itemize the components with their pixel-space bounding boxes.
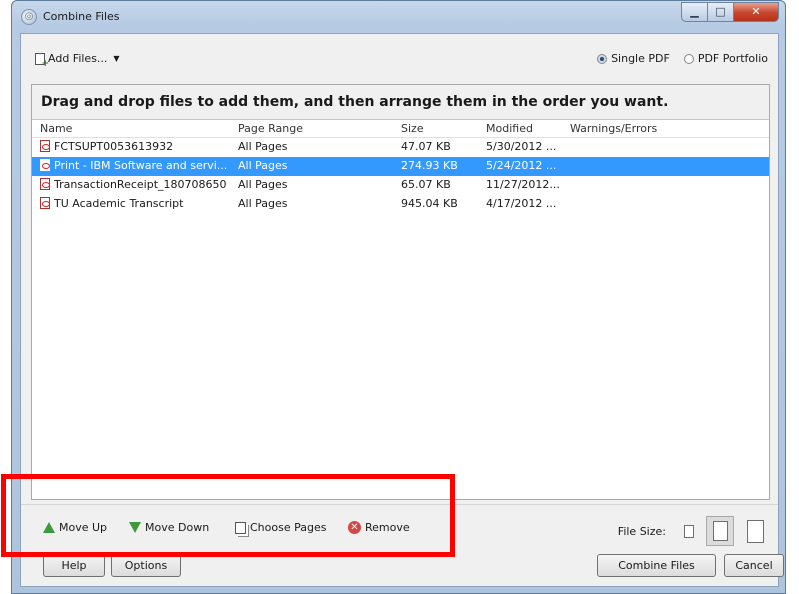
file-rows: FCTSUPT0053613932 All Pages 47.07 KB 5/3… xyxy=(32,138,769,214)
remove-icon: ✕ xyxy=(348,521,361,534)
pages-icon xyxy=(235,521,246,534)
file-page-range[interactable]: All Pages xyxy=(238,159,288,172)
file-size: 945.04 KB xyxy=(401,197,458,210)
chevron-down-icon: ▼ xyxy=(113,54,120,63)
file-size: 65.07 KB xyxy=(401,178,451,191)
close-button[interactable]: ✕ xyxy=(734,2,779,22)
file-modified: 5/24/2012 ... xyxy=(486,159,557,172)
large-document-icon xyxy=(746,519,764,543)
table-row[interactable]: Print - IBM Software and servi... All Pa… xyxy=(32,157,769,176)
medium-document-icon xyxy=(712,521,728,541)
output-mode-radio-group: Single PDF PDF Portfolio xyxy=(597,52,768,65)
radio-pdf-portfolio[interactable]: PDF Portfolio xyxy=(683,52,768,65)
actions-bar: Move Up Move Down Choose Pages ✕ Remove … xyxy=(21,504,778,548)
column-header-size[interactable]: Size xyxy=(401,122,424,135)
caption-buttons: ▁ □ ✕ xyxy=(681,2,779,22)
column-header-modified[interactable]: Modified xyxy=(486,122,533,135)
pdf-file-icon xyxy=(40,178,50,190)
file-size-large-button[interactable] xyxy=(742,516,768,546)
maximize-button[interactable]: □ xyxy=(708,2,734,22)
instruction-text: Drag and drop files to add them, and the… xyxy=(32,85,769,120)
file-size: 274.93 KB xyxy=(401,159,458,172)
move-down-button[interactable]: Move Down xyxy=(129,521,209,534)
small-document-icon xyxy=(684,524,694,538)
file-modified: 11/27/2012... xyxy=(486,178,560,191)
choose-pages-button[interactable]: Choose Pages xyxy=(235,521,326,534)
radio-pdf-portfolio-label: PDF Portfolio xyxy=(697,52,768,65)
minimize-button[interactable]: ▁ xyxy=(681,2,708,22)
pdf-file-icon xyxy=(40,159,50,171)
radio-checked-icon xyxy=(597,53,608,64)
file-page-range[interactable]: All Pages xyxy=(238,197,288,210)
add-files-dropdown[interactable]: Add Files... ▼ xyxy=(35,52,120,69)
add-file-icon xyxy=(35,52,49,69)
file-size-small-button[interactable] xyxy=(680,519,698,543)
arrow-down-icon xyxy=(129,522,141,533)
file-size-selector: File Size: xyxy=(618,516,768,546)
file-name: FCTSUPT0053613932 xyxy=(54,140,174,153)
dialog-client-area: Add Files... ▼ Single PDF PDF Portfolio … xyxy=(20,33,784,587)
file-name: TransactionReceipt_180708650 xyxy=(54,178,227,191)
window-app-icon: ◎ xyxy=(21,9,37,25)
file-modified: 4/17/2012 ... xyxy=(486,197,557,210)
radio-single-pdf-label: Single PDF xyxy=(611,52,670,65)
radio-single-pdf[interactable]: Single PDF xyxy=(597,52,670,65)
toolbar: Add Files... ▼ Single PDF PDF Portfolio xyxy=(21,34,778,76)
combine-files-button[interactable]: Combine Files xyxy=(597,554,716,577)
column-header-page-range[interactable]: Page Range xyxy=(238,122,303,135)
column-header-name[interactable]: Name xyxy=(40,122,72,135)
add-files-label: Add Files... xyxy=(48,52,108,65)
move-down-label: Move Down xyxy=(145,521,210,534)
options-button[interactable]: Options xyxy=(111,554,181,577)
radio-unchecked-icon xyxy=(683,53,694,64)
move-up-label: Move Up xyxy=(59,521,108,534)
table-row[interactable]: TransactionReceipt_180708650 All Pages 6… xyxy=(32,176,769,195)
table-row[interactable]: FCTSUPT0053613932 All Pages 47.07 KB 5/3… xyxy=(32,138,769,157)
list-header: Name Page Range Size Modified Warnings/E… xyxy=(32,120,769,138)
pdf-file-icon xyxy=(40,140,50,152)
choose-pages-label: Choose Pages xyxy=(250,521,327,534)
file-size: 47.07 KB xyxy=(401,140,451,153)
file-modified: 5/30/2012 ... xyxy=(486,140,557,153)
file-page-range[interactable]: All Pages xyxy=(238,140,288,153)
help-button[interactable]: Help xyxy=(43,554,105,577)
file-page-range[interactable]: All Pages xyxy=(238,178,288,191)
file-name: Print - IBM Software and servi... xyxy=(54,159,228,172)
cancel-button[interactable]: Cancel xyxy=(724,554,784,577)
remove-button[interactable]: ✕ Remove xyxy=(348,521,410,534)
file-size-medium-button[interactable] xyxy=(706,516,734,546)
pdf-file-icon xyxy=(40,197,50,209)
combine-files-window: ◎ Combine Files ▁ □ ✕ Add Files... ▼ Sin… xyxy=(11,0,786,594)
move-up-button[interactable]: Move Up xyxy=(43,521,107,534)
table-row[interactable]: TU Academic Transcript All Pages 945.04 … xyxy=(32,195,769,214)
title-bar[interactable]: ◎ Combine Files ▁ □ ✕ xyxy=(12,1,785,33)
file-size-label: File Size: xyxy=(617,524,666,538)
remove-label: Remove xyxy=(365,521,410,534)
file-list-panel[interactable]: Drag and drop files to add them, and the… xyxy=(31,84,770,500)
column-header-warnings[interactable]: Warnings/Errors xyxy=(570,122,657,135)
file-name: TU Academic Transcript xyxy=(54,197,184,210)
arrow-up-icon xyxy=(43,522,55,533)
window-title: Combine Files xyxy=(43,10,120,23)
